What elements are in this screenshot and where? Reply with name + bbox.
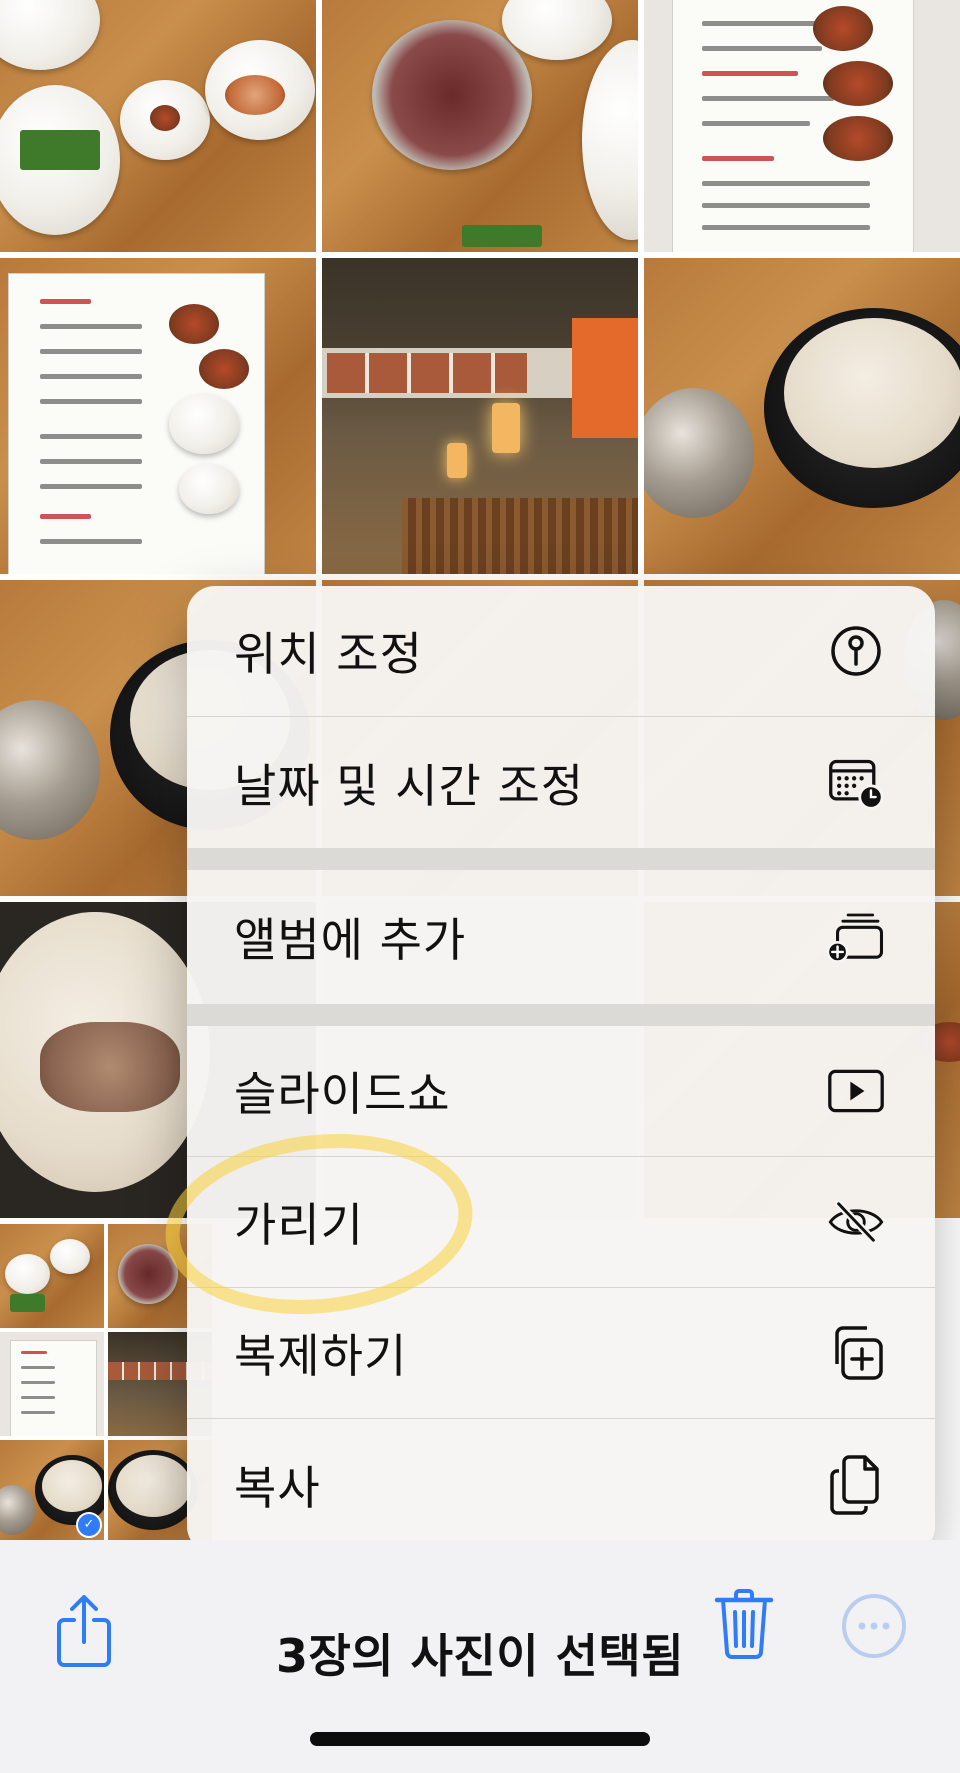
more-ellipsis-icon — [840, 1594, 908, 1664]
delete-button[interactable] — [714, 1588, 774, 1664]
menu-item-label: 위치 조정 — [234, 627, 423, 681]
copy-icon — [827, 1454, 885, 1515]
add-to-album-icon — [827, 908, 885, 966]
menu-item-add-to-album[interactable]: 앨범에 추가 — [187, 870, 935, 1004]
photo-thumbnail[interactable] — [322, 258, 638, 574]
selection-count-text: 3장의 사진이 선택됨 — [275, 1629, 685, 1683]
more-button[interactable] — [840, 1592, 908, 1664]
menu-item-slideshow[interactable]: 슬라이드쇼 — [187, 1026, 935, 1157]
photo-thumbnail[interactable] — [644, 0, 960, 252]
menu-item-label: 복제하기 — [234, 1329, 408, 1383]
photo-thumbnail[interactable] — [644, 258, 960, 574]
context-menu: 위치 조정 날짜 및 시간 조정 앨범에 추가 슬라이드쇼 가리기 복제하기 복… — [187, 586, 935, 1554]
duplicate-icon — [827, 1324, 885, 1382]
menu-section-divider — [187, 1004, 935, 1026]
menu-item-label: 가리기 — [234, 1198, 364, 1252]
photo-thumbnail[interactable]: ✓ — [0, 1440, 104, 1540]
photo-thumbnail[interactable] — [322, 0, 638, 252]
home-indicator[interactable] — [310, 1732, 650, 1746]
calendar-clock-icon — [827, 754, 885, 812]
photo-thumbnail[interactable] — [0, 258, 316, 574]
location-pin-icon — [827, 622, 885, 680]
selected-check-icon: ✓ — [76, 1512, 102, 1538]
menu-item-label: 복사 — [234, 1460, 321, 1515]
photo-thumbnail[interactable] — [0, 1332, 104, 1436]
menu-item-label: 날짜 및 시간 조정 — [234, 758, 585, 813]
menu-item-adjust-date-time[interactable]: 날짜 및 시간 조정 — [187, 717, 935, 848]
menu-item-adjust-location[interactable]: 위치 조정 — [187, 586, 935, 717]
menu-item-copy[interactable]: 복사 — [187, 1419, 935, 1550]
photo-thumbnail[interactable] — [0, 0, 316, 252]
bottom-toolbar: 3장의 사진이 선택됨 — [0, 1540, 960, 1773]
play-slideshow-icon — [827, 1062, 885, 1120]
menu-section-divider — [187, 848, 935, 870]
trash-icon — [714, 1589, 774, 1664]
menu-item-duplicate[interactable]: 복제하기 — [187, 1288, 935, 1419]
photo-thumbnail[interactable] — [0, 1224, 104, 1328]
menu-item-label: 슬라이드쇼 — [234, 1067, 451, 1121]
eye-slash-icon — [827, 1193, 885, 1251]
menu-item-label: 앨범에 추가 — [234, 913, 467, 967]
menu-item-hide[interactable]: 가리기 — [187, 1157, 935, 1288]
